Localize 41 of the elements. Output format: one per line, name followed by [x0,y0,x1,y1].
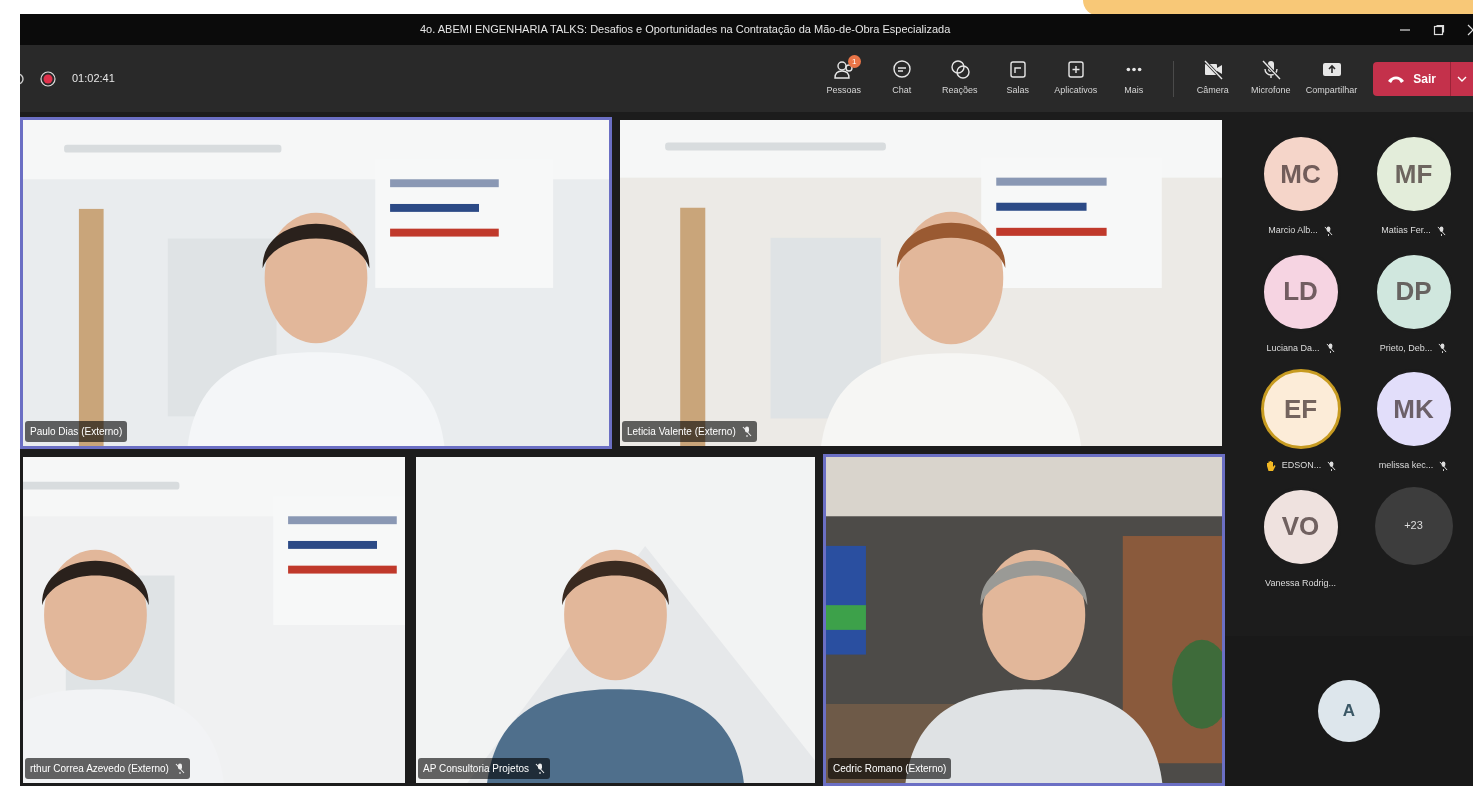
participant-name: EDSON... [1281,459,1322,472]
muted-microphone-icon [535,763,545,774]
people-icon [832,59,855,81]
chat-icon [890,59,913,81]
toolbar-button[interactable]: Compartilhar [1299,59,1364,98]
caret-icon[interactable] [1457,74,1467,83]
participant-name: Prieto, Deb... [1379,341,1433,355]
participant-name: melissa kec... [1378,459,1434,472]
ellipsis-icon [1125,67,1142,73]
avatar: EF [1260,369,1341,449]
participant-name: Marcio Alb... [1268,224,1318,237]
participant-name: Vanessa Rodrig... [1265,576,1336,590]
video-tile[interactable]: Leticia Valente (Externo) [617,117,1225,449]
participant-name: Luciana Da... [1266,341,1320,355]
notification-badge: 1 [847,55,861,69]
video-tile[interactable]: rthur Correa Azevedo (Externo) [20,454,408,786]
name-label: Cedric Romano (Externo) [828,758,952,779]
video-tile[interactable]: Cedric Romano (Externo) [823,454,1225,786]
name-label: Leticia Valente (Externo) [622,421,757,442]
camera-button[interactable]: Câmera [1183,59,1242,98]
toolbar-button[interactable]: Mais [1104,59,1163,98]
name-label: Paulo Dias (Externo) [25,421,128,442]
toolbar-button[interactable]: Reações [930,59,989,98]
toolbar-button[interactable]: Chat [872,59,931,98]
muted-microphone-icon [741,426,752,437]
name-label: AP Consultoria Projetos [418,758,550,779]
camera-off-icon [1201,59,1224,81]
toolbar-button[interactable]: Aplicativos [1046,59,1105,98]
video-tile[interactable]: Paulo Dias (Externo) [20,117,612,449]
maximize-icon[interactable] [1433,23,1445,36]
microphone-off-icon [1259,59,1282,81]
video-tile[interactable]: AP Consultoria Projetos [413,454,818,786]
meeting-timer: 01:02:41 [72,71,115,87]
avatar: A [1318,680,1380,742]
more-participants-button[interactable]: +23 [1374,486,1453,565]
window-title: 4o. ABEMI ENGENHARIA TALKS: Desafios e Oportunidades na Contratação da Mão-de-Obra Especializada [420,22,951,38]
muted-microphone-icon [174,763,185,774]
participant-name: Matias Fer... [1381,224,1431,237]
microphone-button[interactable]: Microfone [1241,59,1300,98]
name-label: rthur Correa Azevedo (Externo) [25,758,190,779]
toolbar-button[interactable]: Salas [988,59,1047,98]
